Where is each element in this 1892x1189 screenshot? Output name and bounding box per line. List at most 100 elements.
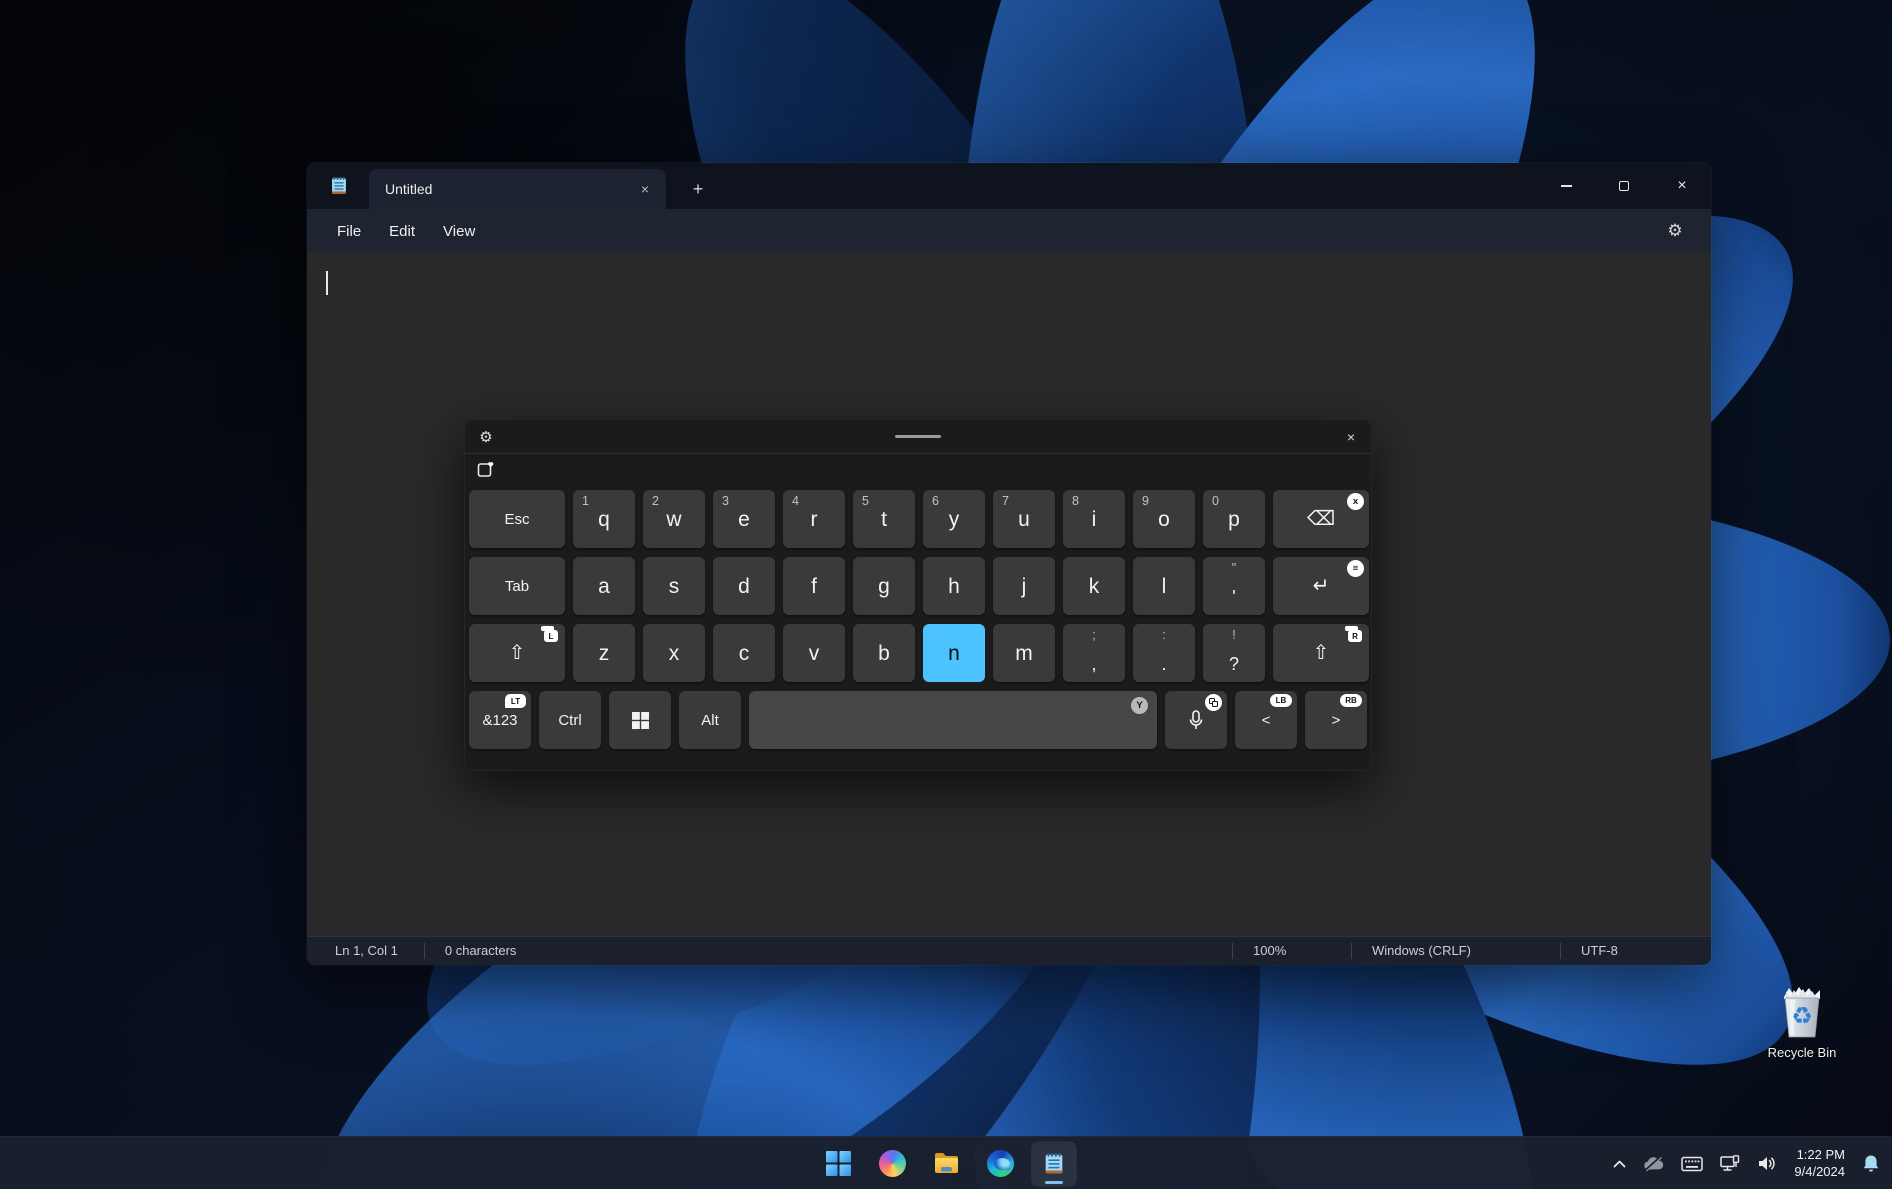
clock[interactable]: 1:22 PM 9/4/2024 xyxy=(1792,1146,1847,1182)
keyboard-keys: Esc1q2w3e4r5t6y7u8i9o0p⌫xTabasdfghjkl"'↵… xyxy=(465,484,1371,749)
key-label: z xyxy=(599,643,610,664)
status-character-count: 0 characters xyxy=(425,943,537,959)
status-zoom-level[interactable]: 100% xyxy=(1233,943,1351,959)
key-hint: ; xyxy=(1092,628,1095,642)
key-hint: " xyxy=(1232,561,1236,575)
key-u[interactable]: 7u xyxy=(993,490,1055,548)
key-label: g xyxy=(878,576,890,597)
key-hint: 9 xyxy=(1142,494,1149,508)
gamepad-hint-badge: x xyxy=(1347,493,1364,510)
key-m[interactable]: m xyxy=(993,624,1055,682)
key-ctrl[interactable]: Ctrl xyxy=(539,691,601,749)
key-comma[interactable]: ;, xyxy=(1063,624,1125,682)
keyboard-icon xyxy=(1681,1156,1703,1172)
key-mic[interactable] xyxy=(1165,691,1227,749)
notifications-button[interactable] xyxy=(1860,1146,1882,1182)
key-t[interactable]: 5t xyxy=(853,490,915,548)
copilot-button[interactable] xyxy=(870,1142,914,1186)
key-label: Tab xyxy=(505,579,529,594)
ethernet-icon xyxy=(1720,1155,1740,1173)
status-encoding[interactable]: UTF-8 xyxy=(1561,943,1711,959)
key-n[interactable]: n xyxy=(923,624,985,682)
key-z[interactable]: z xyxy=(573,624,635,682)
key-apostrophe[interactable]: "' xyxy=(1203,557,1265,615)
key-f[interactable]: f xyxy=(783,557,845,615)
key-p[interactable]: 0p xyxy=(1203,490,1265,548)
key-windows[interactable] xyxy=(609,691,671,749)
keyboard-settings-gear-icon[interactable]: ⚙ xyxy=(469,420,503,454)
clipboard-heart-icon[interactable] xyxy=(477,461,494,478)
key-j[interactable]: j xyxy=(993,557,1055,615)
key-o[interactable]: 9o xyxy=(1133,490,1195,548)
key-label: a xyxy=(598,576,610,597)
key-q[interactable]: 1q xyxy=(573,490,635,548)
key-enter[interactable]: ↵≡ xyxy=(1273,557,1369,615)
key-g[interactable]: g xyxy=(853,557,915,615)
key-k[interactable]: k xyxy=(1063,557,1125,615)
touch-keyboard: ⚙ × Esc1q2w3e4r5t6y7u8i9o0p⌫x Tab a s df g h jk… xyxy=(464,419,1372,771)
win-icon xyxy=(632,712,649,729)
key-e[interactable]: 3e xyxy=(713,490,775,548)
network-button[interactable] xyxy=(1718,1146,1742,1182)
key-symbols[interactable]: &123LT xyxy=(469,691,531,749)
menu-file[interactable]: File xyxy=(323,217,375,246)
key-hint: : xyxy=(1162,628,1165,642)
recycle-bin-label: Recycle Bin xyxy=(1752,1045,1852,1060)
key-esc[interactable]: Esc xyxy=(469,490,565,548)
key-x[interactable]: x xyxy=(643,624,705,682)
keyboard-close-button[interactable]: × xyxy=(1337,423,1365,451)
key-alt[interactable]: Alt xyxy=(679,691,741,749)
menu-view[interactable]: View xyxy=(429,217,489,246)
new-tab-button[interactable]: + xyxy=(682,173,714,205)
close-button[interactable]: × xyxy=(1653,163,1711,209)
key-r[interactable]: 4r xyxy=(783,490,845,548)
key-arrow-left[interactable]: <LB xyxy=(1235,691,1297,749)
status-cursor-position: Ln 1, Col 1 xyxy=(307,943,424,959)
edge-button[interactable] xyxy=(978,1142,1022,1186)
key-label: < xyxy=(1262,713,1271,728)
key-label: t xyxy=(881,509,887,530)
hidden-icons-button[interactable] xyxy=(1611,1146,1628,1182)
volume-button[interactable] xyxy=(1755,1146,1779,1182)
key-b[interactable]: b xyxy=(853,624,915,682)
titlebar[interactable]: Untitled × + × xyxy=(307,163,1711,209)
key-shift-left[interactable]: ⇧L xyxy=(469,624,565,682)
key-label: s xyxy=(669,576,680,597)
key-i[interactable]: 8i xyxy=(1063,490,1125,548)
key-c[interactable]: c xyxy=(713,624,775,682)
key-h[interactable]: h xyxy=(923,557,985,615)
key-arrow-right[interactable]: >RB xyxy=(1305,691,1367,749)
key-s[interactable]: s xyxy=(643,557,705,615)
key-space[interactable]: Y xyxy=(749,691,1157,749)
maximize-button[interactable] xyxy=(1595,163,1653,209)
key-label: h xyxy=(948,576,960,597)
notepad-taskbar-button[interactable] xyxy=(1032,1142,1076,1186)
recycle-bin[interactable]: ♻ Recycle Bin xyxy=(1752,985,1852,1060)
key-y[interactable]: 6y xyxy=(923,490,985,548)
keyboard-drag-handle[interactable] xyxy=(895,435,941,438)
menu-edit[interactable]: Edit xyxy=(375,217,429,246)
key-backspace[interactable]: ⌫x xyxy=(1273,490,1369,548)
key-d[interactable]: d xyxy=(713,557,775,615)
touch-keyboard-tray-button[interactable] xyxy=(1679,1146,1705,1182)
minimize-button[interactable] xyxy=(1537,163,1595,209)
settings-gear-icon[interactable]: ⚙ xyxy=(1657,209,1693,253)
key-question[interactable]: !? xyxy=(1203,624,1265,682)
onedrive-button[interactable] xyxy=(1641,1146,1666,1182)
status-line-ending[interactable]: Windows (CRLF) xyxy=(1352,943,1560,959)
speaker-icon xyxy=(1757,1155,1777,1172)
keyboard-topbar[interactable]: ⚙ × xyxy=(465,420,1371,454)
tab-close-button[interactable]: × xyxy=(632,176,658,202)
file-explorer-button[interactable] xyxy=(924,1142,968,1186)
key-l[interactable]: l xyxy=(1133,557,1195,615)
key-label: ↵ xyxy=(1313,576,1330,596)
key-tab[interactable]: Tab xyxy=(469,557,565,615)
key-v[interactable]: v xyxy=(783,624,845,682)
start-button[interactable] xyxy=(816,1142,860,1186)
key-w[interactable]: 2w xyxy=(643,490,705,548)
key-period[interactable]: :. xyxy=(1133,624,1195,682)
key-label: Alt xyxy=(701,713,719,728)
key-a[interactable]: a xyxy=(573,557,635,615)
key-shift-right[interactable]: ⇧R xyxy=(1273,624,1369,682)
tab-untitled[interactable]: Untitled × xyxy=(369,169,666,209)
